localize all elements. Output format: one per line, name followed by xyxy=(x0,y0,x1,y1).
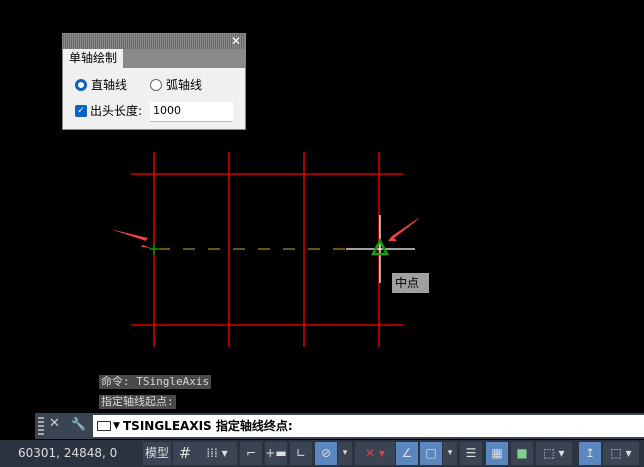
chevron-down-icon[interactable]: ▼ xyxy=(113,415,120,437)
history-line: 命令: TSingleAxis xyxy=(99,375,212,389)
3d-osnap-icon[interactable]: ⬚ ▾ xyxy=(536,442,572,465)
command-input[interactable]: ▼ TSINGLEAXIS 指定轴线终点: xyxy=(93,415,644,437)
history-line: 指定轴线起点: xyxy=(99,395,176,409)
snap-mode-icon[interactable]: ⁞⁞⁞ ▾ xyxy=(197,442,237,465)
radio-straight-label[interactable]: 直轴线 xyxy=(91,78,127,92)
transparency-icon[interactable]: ▦ xyxy=(486,442,508,465)
selection-cycling-icon[interactable]: ■ xyxy=(511,442,533,465)
extension-checkbox[interactable]: ✓ xyxy=(75,105,87,117)
command-prompt: TSINGLEAXIS 指定轴线终点: xyxy=(123,419,293,433)
ortho-icon[interactable]: ⌐ xyxy=(240,442,262,465)
wrench-icon[interactable]: 🔧 xyxy=(71,417,86,431)
close-icon[interactable]: ✕ xyxy=(229,34,243,49)
tab-single-axis[interactable]: 单轴绘制 xyxy=(63,49,124,68)
radio-straight[interactable] xyxy=(75,79,87,91)
grid-icon[interactable]: # xyxy=(173,442,197,465)
object-snap-icon[interactable]: □ xyxy=(420,442,442,465)
dialog-titlebar[interactable] xyxy=(63,34,245,49)
isometric-icon[interactable]: ∠ xyxy=(396,442,418,465)
coordinates: 60301, 24848, 0 xyxy=(18,446,118,460)
command-bar: ✕ 🔧 ▼ TSINGLEAXIS 指定轴线终点: xyxy=(35,413,644,439)
terminal-icon[interactable] xyxy=(97,421,111,431)
close-icon[interactable]: ✕ xyxy=(49,416,60,431)
start-point-marker xyxy=(149,244,160,255)
arrow-annotation-icon xyxy=(110,229,151,248)
model-button[interactable]: 模型 xyxy=(143,442,171,465)
arrow-annotation-icon xyxy=(388,217,420,241)
extension-length-label: 出头长度: xyxy=(90,104,143,118)
lineweight-icon[interactable]: ☰ xyxy=(460,442,482,465)
chevron-down-icon[interactable]: ▾ xyxy=(443,442,457,465)
selection-filter-icon[interactable]: ⬚ ▾ xyxy=(603,442,639,465)
status-bar: 60301, 24848, 0 模型 # ⁞⁞⁞ ▾ ⌐ +▬ ∟ ⊘ ▾ ✕ … xyxy=(0,440,644,467)
snap-tooltip: 中点 xyxy=(392,273,429,293)
dynamic-input-icon[interactable]: +▬ xyxy=(265,442,287,465)
drag-handle[interactable] xyxy=(38,417,44,435)
chevron-down-icon[interactable]: ▾ xyxy=(338,442,352,465)
object-snap-tracking-icon[interactable]: ✕ ▾ xyxy=(355,442,395,465)
radio-arc-label[interactable]: 弧轴线 xyxy=(166,78,202,92)
single-axis-dialog: ✕ 单轴绘制 直轴线 弧轴线 ✓ 出头长度: 1000 xyxy=(62,33,246,130)
radio-arc[interactable] xyxy=(150,79,162,91)
ortho-mode-icon[interactable]: ∟ xyxy=(290,442,312,465)
polar-tracking-icon[interactable]: ⊘ xyxy=(315,442,337,465)
dynamic-ucs-icon[interactable]: ↥ xyxy=(579,442,601,465)
extension-length-input[interactable]: 1000 xyxy=(150,102,233,122)
